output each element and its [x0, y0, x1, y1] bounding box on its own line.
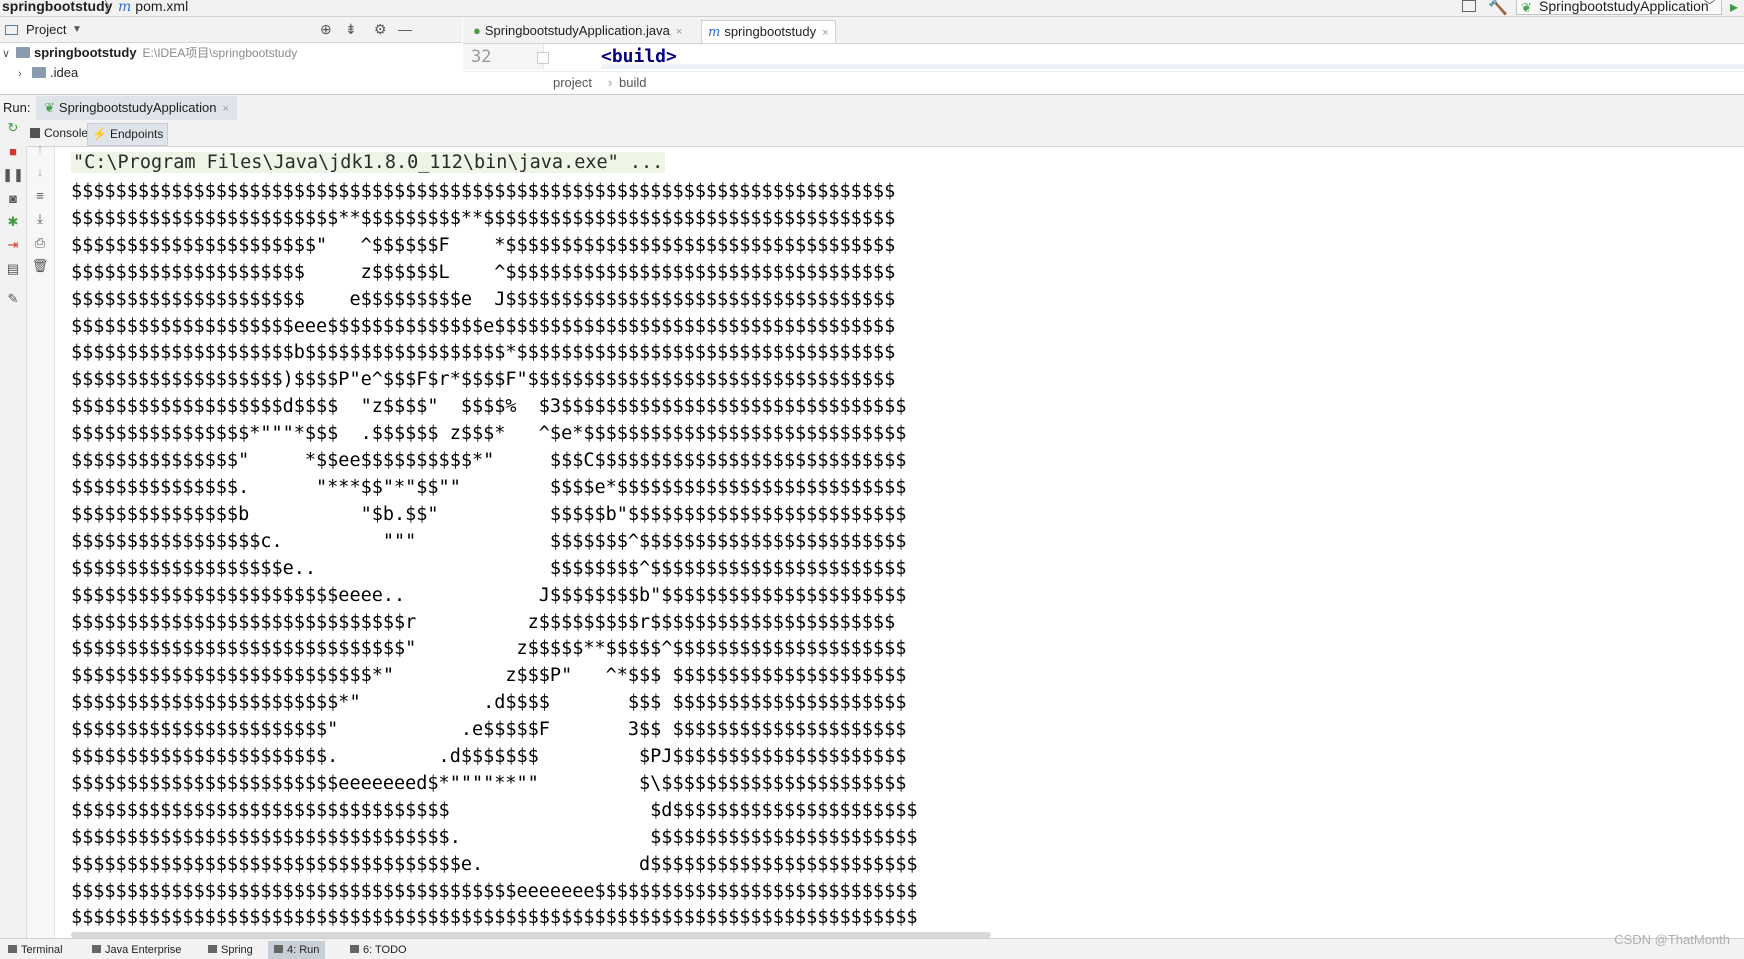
navigation-bar: springbootstudy 〉 m pom.xml 🔨 ❦ Springboo…	[0, 0, 1744, 17]
tool-tab-label: 6: TODO	[363, 944, 407, 956]
soft-wrap-icon[interactable]: ≡	[27, 188, 53, 204]
tab-label: springbootstudy	[724, 24, 817, 39]
collapse-all-icon[interactable]: ⇟	[345, 21, 357, 38]
run-icon	[274, 945, 283, 953]
project-panel-header: Project ▼ ⊕ ⇟ ⚙ —	[0, 17, 462, 43]
run-toolbar: ↻ ■ ❚❚ ◙ ✱ ⇥ ▤ ✎	[0, 120, 27, 938]
up-arrow-icon[interactable]: ↑	[27, 141, 53, 157]
tab-endpoints[interactable]: ⚡ Endpoints	[87, 123, 169, 146]
run-tool-window-header: Run: ❦ SpringbootstudyApplication ×	[0, 94, 1744, 122]
tool-tab-spring[interactable]: Spring	[208, 941, 253, 959]
editor-area[interactable]: 32 <build>	[463, 44, 1744, 70]
bottom-tool-strip: Terminal Java Enterprise Spring 4: Run 6…	[0, 938, 1744, 959]
breadcrumb-item-project[interactable]: project	[553, 75, 592, 90]
layout-icon[interactable]: ▤	[0, 261, 26, 277]
tool-tab-todo[interactable]: 6: TODO	[350, 941, 407, 959]
console-toolbar: ↑ ↓ ≡ ⤓ ⎙ 🗑	[27, 141, 55, 938]
run-configuration-select[interactable]: ❦ SpringbootstudyApplication ﹀	[1516, 0, 1722, 15]
breadcrumb-file[interactable]: m pom.xml	[118, 0, 188, 15]
spring-icon	[208, 945, 217, 953]
tool-tab-terminal[interactable]: Terminal	[8, 941, 63, 959]
exit-icon[interactable]: ⇥	[0, 237, 26, 253]
tab-console-label: Console	[44, 126, 89, 140]
tab-springbootstudy-application[interactable]: ● SpringbootstudyApplication.java ×	[467, 20, 688, 42]
locate-icon[interactable]: ⊕	[320, 21, 332, 38]
chevron-down-icon: ﹀	[1704, 0, 1715, 12]
run-config-tab[interactable]: ❦ SpringbootstudyApplication ×	[36, 96, 237, 120]
fold-marker-icon[interactable]	[537, 52, 549, 64]
breadcrumb-separator: 〉	[104, 0, 118, 15]
close-icon[interactable]: ×	[676, 26, 682, 38]
pin-icon[interactable]: ✎	[0, 291, 26, 307]
console-command-line: "C:\Program Files\Java\jdk1.8.0_112\bin\…	[71, 152, 666, 173]
tab-endpoints-label: Endpoints	[109, 127, 164, 141]
current-line-highlight	[601, 64, 1744, 69]
breadcrumb-file-label: pom.xml	[135, 0, 189, 14]
chevron-right-icon[interactable]: ›	[18, 64, 32, 84]
breadcrumb-project[interactable]: springbootstudy	[2, 0, 112, 14]
watermark: CSDN @ThatMonth	[1614, 932, 1730, 947]
tool-tab-java-enterprise[interactable]: Java Enterprise	[92, 941, 181, 959]
tool-tab-label: 4: Run	[287, 944, 320, 956]
run-icon[interactable]: ▸	[1730, 0, 1738, 17]
java-enterprise-icon	[92, 945, 101, 953]
layout-icon[interactable]	[1462, 0, 1476, 12]
line-number: 32	[471, 47, 492, 67]
run-label: Run:	[3, 100, 31, 115]
tree-item-path: E:\IDEA项目\springbootstudy	[142, 46, 298, 60]
folder-icon	[32, 67, 46, 78]
tab-pom-springbootstudy[interactable]: m springbootstudy ×	[701, 20, 836, 43]
spring-class-icon: ●	[473, 23, 481, 38]
chevron-down-icon[interactable]: ∨	[2, 44, 16, 64]
spring-leaf-icon: ❦	[1521, 0, 1532, 15]
run-console-tabs: Console ⚡ Endpoints	[26, 121, 1744, 147]
breadcrumb-item-build[interactable]: build	[619, 75, 646, 90]
chevron-down-icon[interactable]: ▼	[72, 24, 82, 35]
tool-tab-run[interactable]: 4: Run	[268, 941, 326, 959]
console-output[interactable]: "C:\Program Files\Java\jdk1.8.0_112\bin\…	[55, 147, 1744, 938]
tool-tab-label: Terminal	[21, 944, 63, 956]
project-tree: ∨ springbootstudy E:\IDEA项目\springbootstud…	[0, 43, 462, 93]
maven-icon: m	[118, 0, 132, 15]
editor-breadcrumb: project › build	[463, 71, 1744, 94]
scroll-to-end-icon[interactable]: ⤓	[27, 211, 53, 227]
tree-item-label: springbootstudy	[34, 45, 137, 60]
build-hammer-icon[interactable]: 🔨	[1488, 0, 1508, 17]
print-icon[interactable]: ⎙	[27, 235, 53, 251]
todo-icon	[350, 945, 359, 953]
ascii-banner: $$$$$$$$$$$$$$$$$$$$$$$$$$$$$$$$$$$$$$$$…	[71, 181, 918, 929]
camera-icon[interactable]: ◙	[0, 191, 26, 207]
tab-label: SpringbootstudyApplication.java	[484, 23, 670, 38]
pause-icon[interactable]: ❚❚	[0, 167, 26, 183]
folder-icon	[16, 47, 30, 58]
gear-icon[interactable]: ⚙	[374, 21, 387, 38]
trash-icon[interactable]: 🗑	[27, 258, 53, 274]
close-icon[interactable]: ×	[222, 103, 228, 115]
down-arrow-icon[interactable]: ↓	[27, 164, 53, 180]
code-line[interactable]: <build>	[601, 46, 677, 67]
run-configuration-label: SpringbootstudyApplication	[1539, 0, 1709, 14]
rerun-icon[interactable]: ↻	[0, 120, 26, 136]
project-view-icon	[5, 25, 18, 35]
tree-item-springbootstudy[interactable]: ∨ springbootstudy E:\IDEA项目\springbootstud…	[2, 43, 297, 63]
close-icon[interactable]: ×	[822, 27, 828, 39]
tree-item-idea[interactable]: › .idea	[18, 63, 78, 83]
breadcrumb-separator: ›	[608, 75, 613, 90]
tool-tab-label: Java Enterprise	[105, 944, 182, 956]
endpoints-icon: ⚡	[92, 127, 107, 141]
maven-icon: m	[708, 25, 721, 40]
spring-leaf-icon: ❦	[44, 100, 55, 115]
tool-tab-label: Spring	[221, 944, 253, 956]
hide-icon[interactable]: —	[398, 21, 412, 37]
run-config-tab-label: SpringbootstudyApplication	[58, 100, 217, 115]
debug-bug-icon[interactable]: ✱	[0, 214, 26, 230]
stop-icon[interactable]: ■	[0, 144, 26, 160]
editor-tab-bar: ● SpringbootstudyApplication.java × m sprin…	[463, 17, 1744, 44]
project-panel-title[interactable]: Project	[26, 22, 66, 37]
terminal-icon	[8, 945, 17, 953]
tree-item-label: .idea	[50, 65, 79, 80]
console-icon	[30, 128, 40, 138]
